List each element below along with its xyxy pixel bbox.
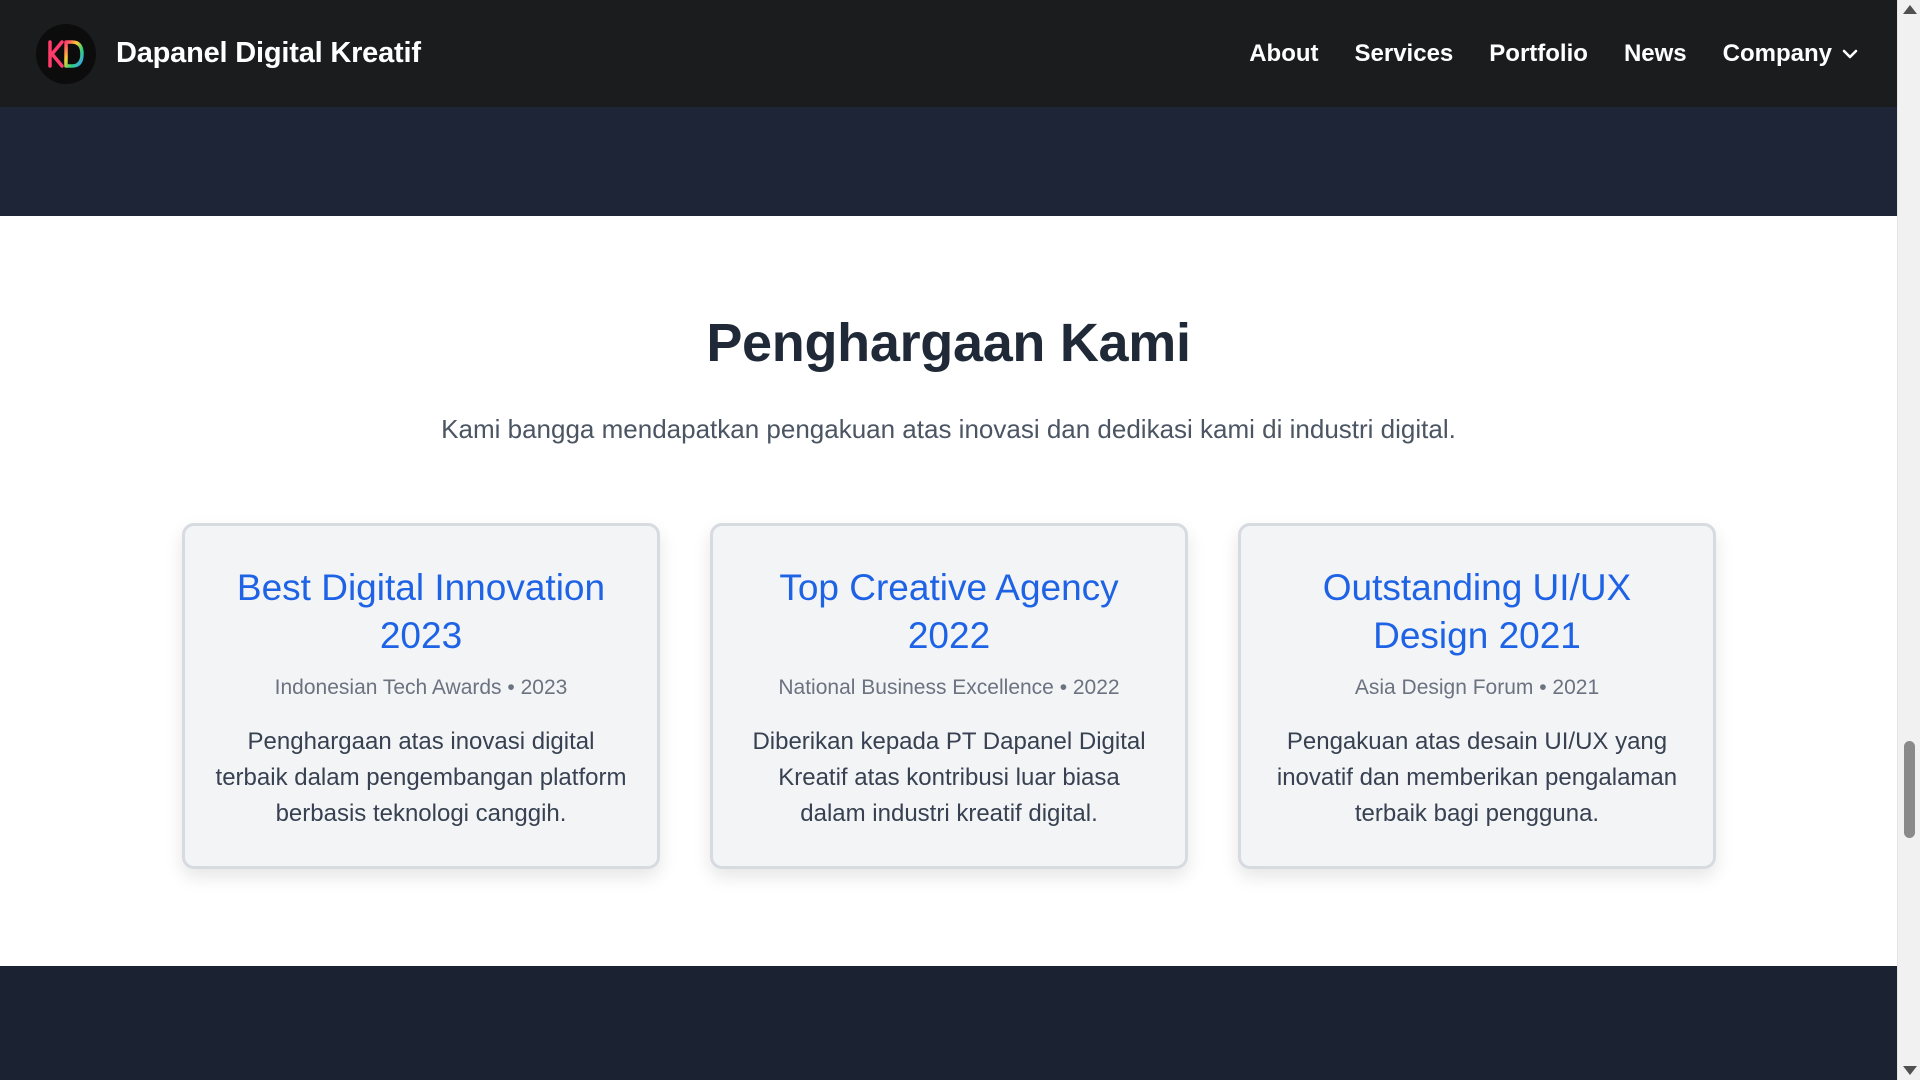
- award-description: Pengakuan atas desain UI/UX yang inovati…: [1276, 728, 1678, 827]
- next-section-band: [0, 966, 1897, 1080]
- chevron-down-icon: [1842, 49, 1858, 58]
- award-title: Top Creative Agency 2022: [779, 567, 1119, 656]
- brand[interactable]: Dapanel Digital Kreatif: [36, 23, 421, 84]
- award-title: Outstanding UI/UX Design 2021: [1322, 567, 1632, 656]
- nav-dropdown-company[interactable]: Company: [1723, 40, 1860, 68]
- page: Dapanel Digital Kreatif About Services P…: [0, 0, 1920, 1080]
- award-meta: Indonesian Tech Awards • 2023: [274, 676, 568, 699]
- awards-title: Penghargaan Kami: [706, 313, 1191, 373]
- scrollbar-thumb[interactable]: [1904, 741, 1915, 838]
- award-card: Best Digital Innovation 2023 Indonesian …: [182, 523, 660, 869]
- award-description: Penghargaan atas inovasi digital terbaik…: [215, 728, 627, 827]
- award-meta: Asia Design Forum • 2021: [1354, 676, 1600, 699]
- brand-name[interactable]: Dapanel Digital Kreatif: [116, 37, 421, 70]
- award-description: Diberikan kepada PT Dapanel Digital Krea…: [752, 728, 1146, 827]
- nav-link-portfolio[interactable]: Portfolio: [1489, 40, 1588, 68]
- scroll-down-arrow-icon[interactable]: [1903, 1066, 1917, 1075]
- awards-section: Penghargaan Kami Kami bangga mendapatkan…: [0, 216, 1897, 966]
- kd-logo-icon: [48, 39, 84, 68]
- nav-link-about[interactable]: About: [1249, 40, 1318, 68]
- previous-section-band: [0, 107, 1897, 216]
- award-card: Top Creative Agency 2022 National Busine…: [710, 523, 1188, 869]
- nav-link-services[interactable]: Services: [1355, 40, 1454, 68]
- company-logo[interactable]: [36, 23, 96, 84]
- nav-link-company-label: Company: [1722, 39, 1832, 67]
- vertical-scrollbar[interactable]: [1897, 0, 1920, 1080]
- navbar: Dapanel Digital Kreatif About Services P…: [0, 0, 1897, 107]
- award-meta: National Business Excellence • 2022: [778, 676, 1120, 699]
- award-title: Best Digital Innovation 2023: [236, 567, 606, 656]
- main-nav: About Services Portfolio News Company: [1249, 40, 1860, 68]
- scroll-up-arrow-icon[interactable]: [1903, 5, 1917, 14]
- award-cards: Best Digital Innovation 2023 Indonesian …: [182, 523, 1716, 869]
- nav-link-news[interactable]: News: [1624, 40, 1687, 68]
- awards-subtitle: Kami bangga mendapatkan pengakuan atas i…: [441, 414, 1456, 444]
- award-card: Outstanding UI/UX Design 2021 Asia Desig…: [1238, 523, 1716, 869]
